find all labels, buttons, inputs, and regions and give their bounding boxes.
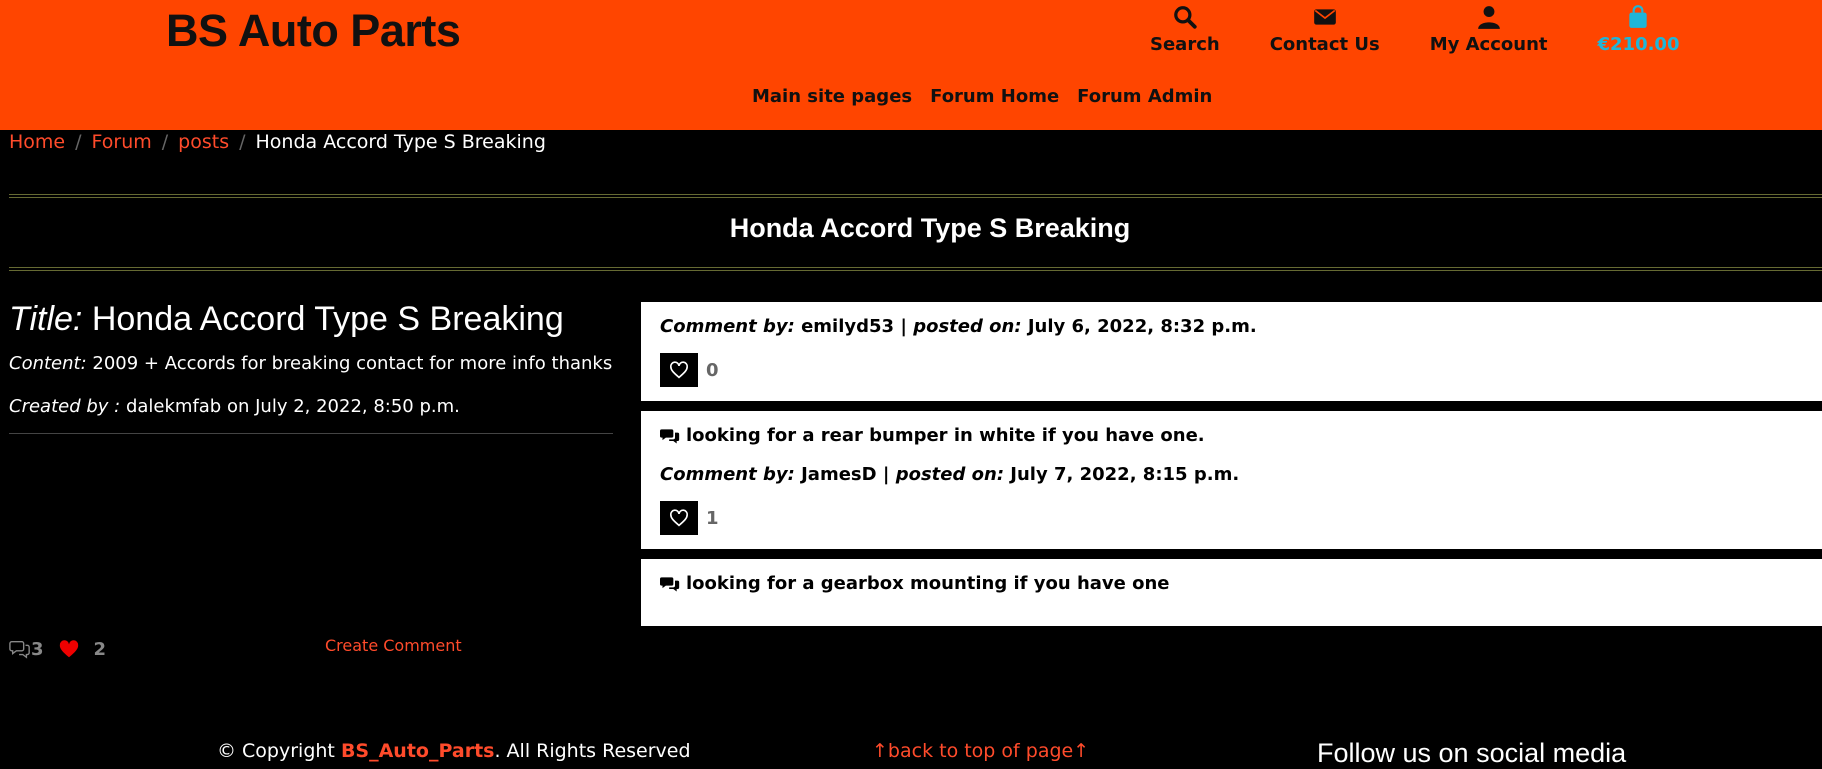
back-to-top-link[interactable]: ↑back to top of page↑ xyxy=(872,740,1089,762)
divider xyxy=(9,194,1822,198)
breadcrumb-separator: / xyxy=(161,131,169,153)
arrow-up-icon: ↑ xyxy=(872,740,888,762)
breadcrumb-posts[interactable]: posts xyxy=(178,131,229,153)
breadcrumb: Home / Forum / posts / Honda Accord Type… xyxy=(9,131,546,153)
breadcrumb-separator: / xyxy=(75,131,82,153)
post-content-value: 2009 + Accords for breaking contact for … xyxy=(92,353,613,374)
comments-list[interactable]: Comment by: emilyd53 | posted on: July 6… xyxy=(641,302,1822,632)
post-title-value: Honda Accord Type S Breaking xyxy=(91,300,564,338)
comment-body: looking for a gearbox mounting if you ha… xyxy=(686,573,1170,594)
comment-meta: Comment by: emilyd53 | posted on: July 6… xyxy=(660,316,1803,337)
forum-nav: Main site pages Forum Home Forum Admin xyxy=(752,86,1212,107)
divider xyxy=(9,433,613,434)
breadcrumb-separator: / xyxy=(239,131,246,153)
comment-by-label: Comment by: xyxy=(660,464,795,485)
copyright-suffix: . All Rights Reserved xyxy=(494,740,691,762)
comment-meta: Comment by: JamesD | posted on: July 7, … xyxy=(660,464,1803,485)
site-header: BS Auto Parts Search Contact Us My Accou… xyxy=(0,0,1822,130)
like-button[interactable] xyxy=(660,353,698,387)
comment-author: JamesD xyxy=(801,464,877,485)
heart-outline-icon xyxy=(670,361,688,379)
post-content-label: Content: xyxy=(9,353,87,374)
comment-like-count: 1 xyxy=(706,507,719,529)
heart-outline-icon xyxy=(670,509,688,527)
comment-by-label: Comment by: xyxy=(660,316,795,337)
comment-like-row: 1 xyxy=(660,501,1803,535)
post-created: Created by : dalekmfab on July 2, 2022, … xyxy=(9,396,613,417)
comment-card: looking for a rear bumper in white if yo… xyxy=(641,411,1822,549)
page-title: Honda Accord Type S Breaking xyxy=(729,213,1131,243)
comment-text: looking for a rear bumper in white if yo… xyxy=(660,425,1803,446)
nav-search[interactable]: Search xyxy=(1150,4,1220,55)
nav-cart[interactable]: €210.00 xyxy=(1597,4,1680,55)
nav-account[interactable]: My Account xyxy=(1430,4,1548,55)
envelope-icon xyxy=(1313,9,1336,25)
divider xyxy=(9,267,1822,271)
comment-posted: July 7, 2022, 8:15 p.m. xyxy=(1010,464,1240,485)
nav-contact[interactable]: Contact Us xyxy=(1270,4,1380,55)
comment-author: emilyd53 xyxy=(801,316,895,337)
comment-like-count: 0 xyxy=(706,359,719,381)
post-title-label: Title: xyxy=(9,300,83,338)
like-button[interactable] xyxy=(660,501,698,535)
search-icon xyxy=(1174,6,1197,29)
comment-card: looking for a gearbox mounting if you ha… xyxy=(641,559,1822,626)
comments-icon xyxy=(660,576,680,591)
user-icon xyxy=(1477,6,1500,29)
nav-search-label: Search xyxy=(1150,34,1220,55)
comment-count: 3 xyxy=(31,638,44,660)
comment-posted: July 6, 2022, 8:32 p.m. xyxy=(1027,316,1257,337)
post-content: Content: 2009 + Accords for breaking con… xyxy=(9,353,613,374)
comment-card: Comment by: emilyd53 | posted on: July 6… xyxy=(641,302,1822,401)
copyright-brand-link[interactable]: BS_Auto_Parts xyxy=(341,740,495,762)
comment-sep: | xyxy=(900,316,907,337)
post-stats: 3 2 xyxy=(9,638,106,660)
like-count: 2 xyxy=(93,638,107,660)
comments-icon xyxy=(9,640,30,659)
post-title: Title: Honda Accord Type S Breaking xyxy=(9,300,613,339)
top-nav: Search Contact Us My Account €210.00 xyxy=(1150,4,1729,55)
sub-nav-forum-home[interactable]: Forum Home xyxy=(930,86,1059,107)
create-comment-link[interactable]: Create Comment xyxy=(325,636,462,655)
heart-icon[interactable] xyxy=(58,638,80,660)
comment-text: looking for a gearbox mounting if you ha… xyxy=(660,573,1803,594)
shopping-bag-icon xyxy=(1629,5,1648,28)
comment-posted-label: posted on: xyxy=(913,316,1022,337)
comment-body: looking for a rear bumper in white if yo… xyxy=(686,425,1205,446)
comment-sep: | xyxy=(882,464,890,485)
cart-total: €210.00 xyxy=(1597,34,1680,55)
back-to-top-label: back to top of page xyxy=(887,740,1074,762)
sub-nav-forum-admin[interactable]: Forum Admin xyxy=(1077,86,1212,107)
post-created-value: dalekmfab on July 2, 2022, 8:50 p.m. xyxy=(125,396,460,417)
arrow-up-icon: ↑ xyxy=(1073,740,1090,762)
brand-logo[interactable]: BS Auto Parts xyxy=(166,5,461,57)
breadcrumb-home[interactable]: Home xyxy=(9,131,65,153)
post-created-label: Created by : xyxy=(9,396,121,417)
copyright-prefix: © Copyright xyxy=(217,740,335,762)
sub-nav-main-site[interactable]: Main site pages xyxy=(752,86,912,107)
post-details: Title: Honda Accord Type S Breaking Cont… xyxy=(9,300,613,434)
comments-icon xyxy=(660,428,680,443)
social-heading: Follow us on social media xyxy=(1317,738,1627,768)
comment-like-row: 0 xyxy=(660,353,1803,387)
footer-copyright: © Copyright BS_Auto_Parts. All Rights Re… xyxy=(217,740,691,762)
breadcrumb-forum[interactable]: Forum xyxy=(92,131,152,153)
nav-account-label: My Account xyxy=(1429,34,1548,55)
nav-contact-label: Contact Us xyxy=(1269,34,1380,55)
breadcrumb-current: Honda Accord Type S Breaking xyxy=(255,131,546,153)
comment-posted-label: posted on: xyxy=(895,464,1005,485)
